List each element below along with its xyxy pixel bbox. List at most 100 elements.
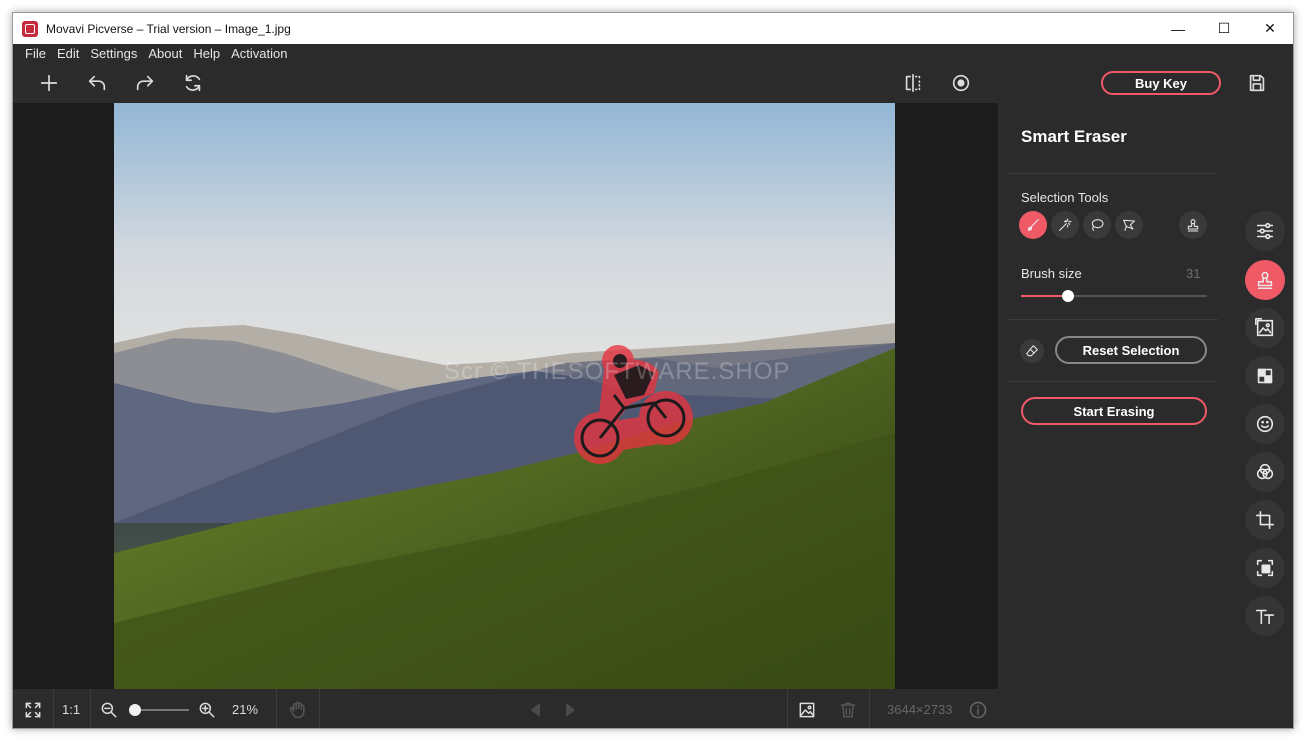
brush-icon [1027,219,1039,231]
adjust-icon [1256,222,1274,240]
menu-help[interactable]: Help [193,46,220,61]
edited-photo[interactable]: Scr © THESOFTWARE.SHOP [114,103,895,689]
brush-size-thumb[interactable] [1062,290,1074,302]
info-icon [969,701,987,718]
bottom-bar: 1:1 21% 3644×2733 [13,689,998,728]
plus-icon [40,74,58,92]
previous-image-button[interactable] [525,689,547,728]
divider [1008,381,1218,382]
eraser-icon [1026,345,1038,357]
hand-icon [289,701,305,718]
maximize-button[interactable]: ☐ [1201,13,1247,44]
face-icon [1256,415,1274,433]
zoom-percent: 21% [232,702,259,717]
effects-icon [1256,463,1274,480]
retouch-tool-button[interactable] [1245,404,1285,444]
select-icon [1256,559,1274,577]
canvas-area[interactable]: Scr © THESOFTWARE.SHOP [13,103,998,689]
select-tool-button[interactable] [1245,548,1285,588]
menu-file[interactable]: File [25,46,46,61]
zoom-slider-thumb[interactable] [129,704,141,716]
compare-button[interactable] [895,63,931,103]
redo-button[interactable] [127,63,163,103]
triangle-left-icon [531,702,541,717]
next-image-button[interactable] [559,689,581,728]
fit-screen-button[interactable] [21,689,45,728]
divider [319,689,320,728]
add-button[interactable] [31,63,67,103]
crop-icon [1255,510,1275,530]
smart-eraser-tool-button[interactable] [1245,260,1285,300]
adjust-tool-button[interactable] [1245,211,1285,251]
divider [787,689,788,728]
brush-size-label: Brush size [1021,266,1082,281]
lasso-tool-button[interactable] [1083,211,1111,239]
pattern-tool-button[interactable] [1245,356,1285,396]
triangle-right-icon [565,702,575,717]
menu-settings[interactable]: Settings [90,46,137,61]
text-tool-button[interactable] [1245,596,1285,636]
effects-tool-button[interactable] [1245,452,1285,492]
eraser-stamp-icon [1257,271,1273,290]
divider [869,689,870,728]
save-icon [1249,74,1265,92]
brush-size-value: 31 [1186,266,1201,281]
crop-tool-button[interactable] [1245,500,1285,540]
undo-button[interactable] [79,63,115,103]
reset-icon [185,74,201,92]
buy-key-button[interactable]: Buy Key [1101,71,1221,95]
fullscreen-icon [25,702,41,717]
image-info-button[interactable] [796,689,818,728]
zoom-slider-track[interactable] [133,709,189,711]
pattern-icon [1257,368,1273,384]
reset-selection-button[interactable]: Reset Selection [1055,336,1207,364]
magic-wand-icon [1059,218,1072,231]
stamp-icon [1187,219,1199,232]
window-controls: — ☐ ✕ [1155,13,1293,44]
divider [53,689,54,728]
close-button[interactable]: ✕ [1247,13,1293,44]
menu-about[interactable]: About [148,46,182,61]
eraser-tool-button[interactable] [1020,339,1044,363]
title-bar: Movavi Picverse – Trial version – Image_… [13,13,1293,44]
preview-button[interactable] [943,63,979,103]
menu-edit[interactable]: Edit [57,46,79,61]
stamp-tool-button[interactable] [1179,211,1207,239]
app-logo-icon [22,20,38,37]
smart-eraser-panel: Smart Eraser Selection Tools Brush size … [998,103,1293,728]
zoom-in-button[interactable] [197,689,217,728]
zoom-out-button[interactable] [99,689,119,728]
menu-bar: File Edit Settings About Help Activation [13,44,1293,63]
divider [90,689,91,728]
window-title: Movavi Picverse – Trial version – Image_… [46,21,291,36]
reset-button[interactable] [175,63,211,103]
info-button[interactable] [967,689,989,728]
redo-icon [136,75,154,91]
undo-icon [88,75,106,91]
image-dimensions: 3644×2733 [887,702,953,717]
panel-title: Smart Eraser [1021,127,1127,146]
divider [276,689,277,728]
actual-size-button[interactable]: 1:1 [62,689,80,728]
zoom-in-icon [199,702,215,717]
replace-background-icon [1255,318,1274,337]
selection-tools-label: Selection Tools [1021,190,1109,205]
start-erasing-button[interactable]: Start Erasing [1021,397,1207,425]
photo-scene [114,103,895,689]
app-window: Movavi Picverse – Trial version – Image_… [12,12,1294,729]
brush-size-fill [1021,295,1068,297]
image-icon [799,702,815,717]
lasso-icon [1091,219,1104,231]
divider [1008,319,1218,320]
toolbar: Buy Key [13,63,1293,103]
magic-wand-tool-button[interactable] [1051,211,1079,239]
minimize-button[interactable]: — [1155,13,1201,44]
menu-activation[interactable]: Activation [231,46,287,61]
polygon-lasso-tool-button[interactable] [1115,211,1143,239]
delete-button[interactable] [837,689,859,728]
save-button[interactable] [1239,63,1275,103]
eye-icon [952,74,970,92]
replace-background-tool-button[interactable] [1245,308,1285,348]
pan-tool-button[interactable] [287,689,309,728]
brush-tool-button[interactable] [1019,211,1047,239]
